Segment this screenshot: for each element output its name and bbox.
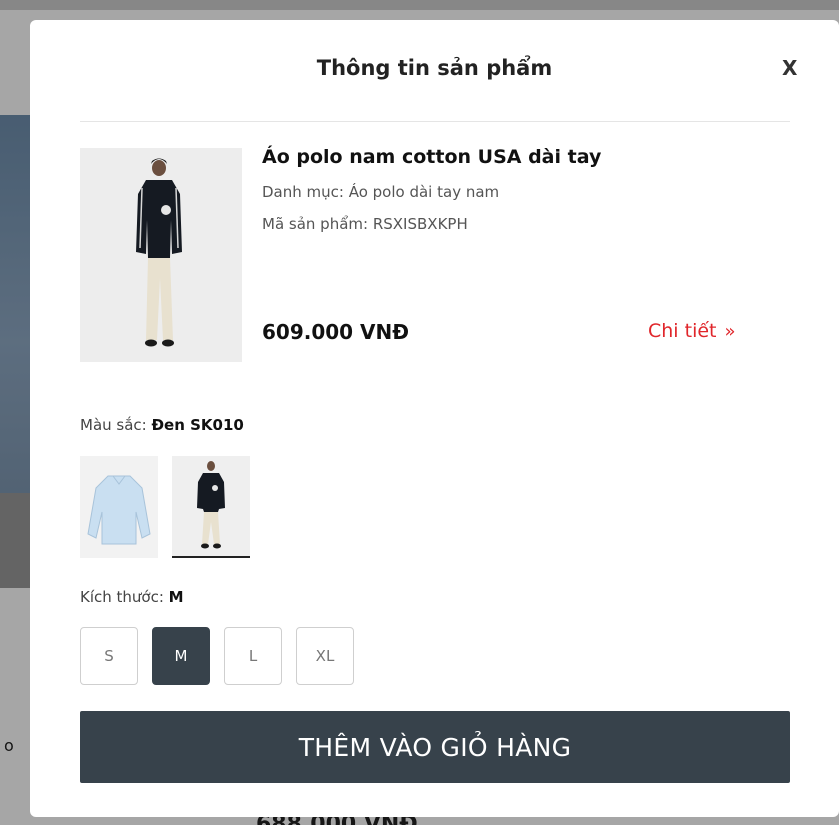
- selected-color: Đen SK010: [151, 416, 244, 434]
- product-name: Áo polo nam cotton USA dài tay: [262, 146, 602, 168]
- size-option-s[interactable]: S: [80, 627, 138, 685]
- selected-size: M: [168, 588, 184, 606]
- size-option-l[interactable]: L: [224, 627, 282, 685]
- product-category: Danh mục: Áo polo dài tay nam: [262, 183, 500, 201]
- product-quickview-modal: Thông tin sản phẩm X Áo polo nam cotton …: [30, 20, 839, 817]
- size-option-m[interactable]: M: [152, 627, 210, 685]
- product-price: 609.000 VNĐ: [262, 320, 410, 344]
- double-chevron-right-icon: »: [724, 321, 736, 342]
- size-option-xl[interactable]: XL: [296, 627, 354, 685]
- modal-header: Thông tin sản phẩm X: [30, 20, 839, 122]
- modal-title: Thông tin sản phẩm: [316, 56, 553, 80]
- close-button[interactable]: X: [782, 56, 797, 80]
- header-divider: [80, 121, 790, 122]
- detail-link-label: Chi tiết: [648, 320, 717, 342]
- detail-link[interactable]: Chi tiết »: [648, 320, 736, 342]
- product-image: [80, 148, 242, 362]
- color-swatch-black[interactable]: [172, 456, 250, 558]
- product-sku: Mã sản phẩm: RSXISBXKPH: [262, 215, 468, 233]
- size-label-text: Kích thước:: [80, 588, 169, 606]
- size-label: Kích thước: M: [80, 588, 184, 606]
- color-label: Màu sắc: Đen SK010: [80, 416, 244, 434]
- color-swatch-light-blue[interactable]: [80, 456, 158, 558]
- add-to-cart-button[interactable]: THÊM VÀO GIỎ HÀNG: [80, 711, 790, 783]
- color-label-text: Màu sắc:: [80, 416, 152, 434]
